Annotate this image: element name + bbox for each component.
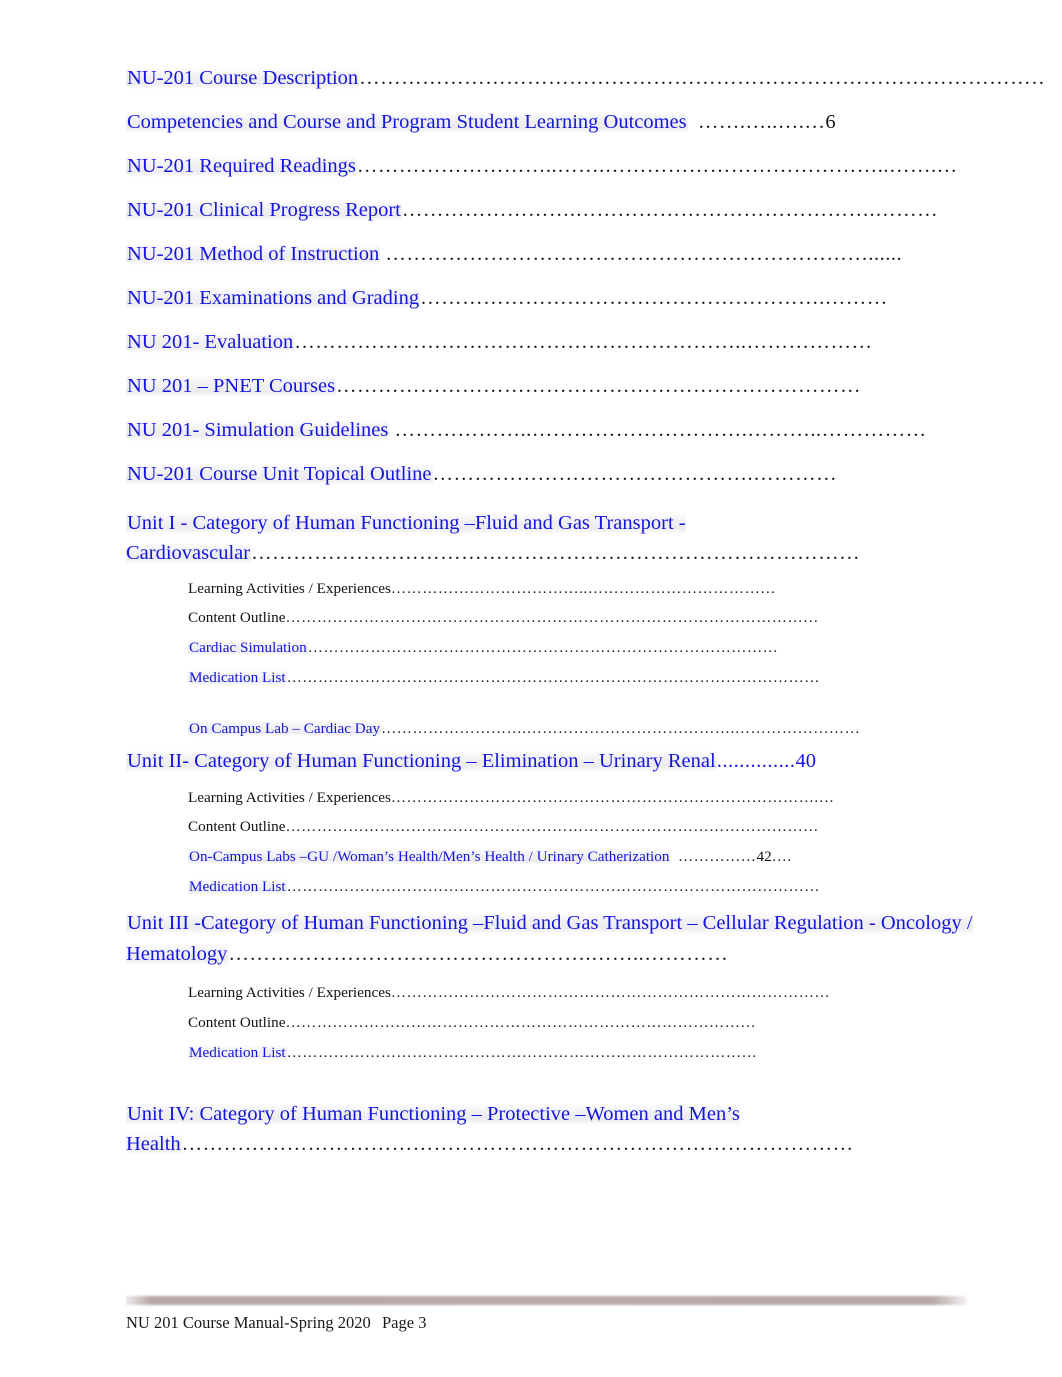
toc-entry[interactable]: NU-201 Examinations and Grading………………………… <box>126 288 1046 309</box>
toc-subentry[interactable]: Learning Activities / Experiences…………………… <box>188 790 1046 805</box>
toc-entry-label: NU-201 Required Readings <box>126 156 357 177</box>
toc-leader: …………………………………………………………………………………… <box>181 1133 854 1156</box>
toc-leader: ………………………………………………….……… <box>420 288 888 309</box>
toc-entry[interactable]: NU-201 Required Readings………………………..…….……… <box>126 156 1046 177</box>
toc-leader: …………………………………………….……..………… <box>228 942 729 965</box>
toc-subentry-label: On-Campus Labs –GU /Woman’s Health/Men’s… <box>188 849 671 865</box>
toc-leader: ……………………………………………………………………………… <box>285 1014 757 1031</box>
toc-page-number: 42 <box>756 849 772 865</box>
toc-leader: …….…..….… <box>697 112 826 133</box>
toc-entry-label: NU-201 Method of Instruction <box>126 244 381 265</box>
toc-entry[interactable]: NU 201 – PNET Courses…………………………………………………… <box>126 376 1046 397</box>
toc-subentry-label: Content Outline <box>188 819 286 835</box>
toc-entry[interactable]: NU-201 Method of Instruction ……………………………… <box>126 244 1046 265</box>
toc-entry-label: NU 201- Simulation Guidelines <box>126 420 390 441</box>
toc-entry-label: NU-201 Clinical Progress Report <box>126 200 402 221</box>
toc-subentry[interactable]: Learning Activities / Experiences…………………… <box>188 581 1046 596</box>
toc-subentry[interactable]: Medication List…………………………………………………………………… <box>188 878 1046 894</box>
toc-entry[interactable]: NU 201- Evaluation……………………………………………………….… <box>126 332 1046 353</box>
toc-unit-heading-2[interactable]: Unit II- Category of Human Functioning –… <box>126 751 1046 772</box>
toc-page-number: 6 <box>825 112 836 133</box>
toc-entry-label: NU-201 Course Unit Topical Outline <box>126 464 433 485</box>
toc-subentry[interactable]: Cardiac Simulation…………………………………………………………… <box>188 640 1046 656</box>
toc-leader: ……………………………………………………………………….… <box>390 789 835 805</box>
toc-unit-label: Unit II- Category of Human Functioning –… <box>126 751 717 772</box>
toc-entry[interactable]: NU 201- Simulation Guidelines ………………..……… <box>126 420 1046 441</box>
toc-leader: ………………………..…….…………………………………..…….… <box>356 156 958 177</box>
footer-divider <box>126 1296 967 1305</box>
toc-leader: ………………………………..……………………………… <box>390 580 776 596</box>
toc-subentry[interactable]: Medication List…………………………………………………………………… <box>188 1044 1046 1060</box>
toc-subentry[interactable]: Learning Activities / Experiences…………………… <box>188 985 1046 1000</box>
toc-leader: ………………………………………………………………………………………… <box>285 610 819 626</box>
footer-page-number: Page 3 <box>382 1313 427 1332</box>
toc-leader: ………………..………………………….………..…………… <box>394 420 927 441</box>
toc-subentry-label: Medication List <box>188 1044 287 1060</box>
toc-leader: ……………………………………………………………...... <box>385 244 903 265</box>
toc-leader: …………………………………………………………………………… <box>251 542 861 565</box>
toc-entry-label: NU 201 – PNET Courses <box>126 376 337 397</box>
toc-entry-label: NU 201- Evaluation <box>126 332 295 353</box>
toc-subentry[interactable]: Content Outline…………………………………………………………………… <box>188 819 1046 834</box>
toc-subentry-label: Medication List <box>188 878 287 894</box>
toc-subentry[interactable]: On-Campus Labs –GU /Woman’s Health/Men’s… <box>188 849 1046 865</box>
toc-leader: ………………………………………………………………… <box>336 376 862 397</box>
toc-subentry-label: Medication List <box>188 669 287 685</box>
toc-leader-trailer: …. <box>771 849 792 865</box>
toc-body: NU-201 Course Description………………………………………… <box>126 68 1046 1171</box>
toc-page-number: 40 <box>795 751 816 772</box>
toc-unit-heading-3[interactable]: Unit III -Category of Human Functioning … <box>126 908 1046 969</box>
toc-leader: ………………………………………………………………………………………… <box>285 819 819 835</box>
toc-subentry-label: Content Outline <box>188 610 286 626</box>
footer-document-title: NU 201 Course Manual-Spring 2020 <box>126 1313 371 1332</box>
toc-subentry[interactable]: Medication List…………………………………………………………………… <box>188 669 1046 685</box>
toc-entry-label: NU-201 Examinations and Grading <box>126 288 421 309</box>
toc-subentry-label: Content Outline <box>188 1014 286 1031</box>
page-footer: NU 201 Course Manual-Spring 2020 Page 3 <box>126 1296 967 1333</box>
toc-leader: ………………………………………………………..……………… <box>294 332 873 353</box>
toc-entry[interactable]: NU-201 Course Description………………………………………… <box>126 68 1046 89</box>
toc-subentry-label: Learning Activities / Experiences <box>188 580 391 596</box>
toc-subentry[interactable]: On Campus Lab – Cardiac Day……………………….………… <box>188 721 1046 737</box>
toc-leader: ………………………………………………………………………… <box>390 985 831 1001</box>
toc-leader: .............. <box>716 751 796 772</box>
document-page: NU-201 Course Description………………………………………… <box>0 0 1062 1377</box>
toc-leader: …………………….…………………………………….……… <box>401 200 939 221</box>
toc-leader: ……………………….………………………………….…………………… <box>381 721 861 737</box>
toc-entry-label: Competencies and Course and Program Stud… <box>126 112 688 133</box>
toc-leader: ……………………………………….………… <box>432 464 838 485</box>
toc-unit-heading-1[interactable]: Unit I - Category of Human Functioning –… <box>126 508 1046 569</box>
toc-leader: ………………………………………………………………………………………… <box>359 68 1046 89</box>
toc-subentry[interactable]: Content Outline…………………………………………………………………… <box>188 610 1046 625</box>
toc-subentry-label: Learning Activities / Experiences <box>188 985 391 1001</box>
toc-subentry-label: On Campus Lab – Cardiac Day <box>188 721 382 737</box>
toc-leader: ………………………………………………………………………………………… <box>286 669 820 685</box>
toc-leader: ………………………………………………………………………………………… <box>286 878 820 894</box>
toc-entry[interactable]: NU-201 Clinical Progress Report…………………….… <box>126 200 1046 221</box>
toc-leader: ……………………………………………………………………………… <box>286 1044 758 1060</box>
toc-entry-label: NU-201 Course Description <box>126 68 360 89</box>
toc-entry[interactable]: NU-201 Course Unit Topical Outline………………… <box>126 464 1046 485</box>
toc-entry[interactable]: Competencies and Course and Program Stud… <box>126 112 1046 133</box>
toc-subentry-label: Cardiac Simulation <box>188 640 308 656</box>
toc-subentry-label: Learning Activities / Experiences <box>188 789 391 805</box>
toc-leader: …………… <box>678 849 757 865</box>
toc-subentry[interactable]: Content Outline…………………………………………………………………… <box>188 1015 1046 1030</box>
toc-leader: ……………………………………………………………………………… <box>307 640 779 656</box>
toc-unit-heading-4[interactable]: Unit IV: Category of Human Functioning –… <box>126 1099 1046 1160</box>
footer-content: NU 201 Course Manual-Spring 2020 Page 3 <box>126 1313 967 1333</box>
